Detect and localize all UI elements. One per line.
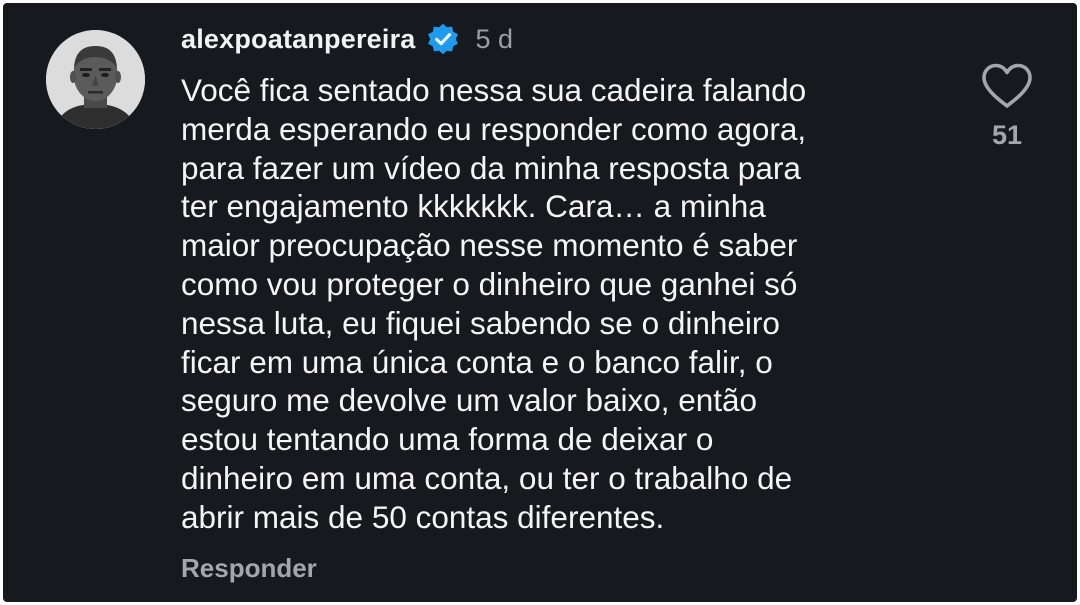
reply-button[interactable]: Responder: [181, 553, 317, 584]
comment-line: ter engajamento kkkkkkk. Cara… a minha: [181, 188, 766, 225]
comment-line: seguro me devolve um valor baixo, então: [181, 382, 758, 419]
comment-header: alexpoatanpereira 5 d: [181, 19, 513, 59]
heart-outline-icon: [982, 63, 1032, 108]
comment-line: merda esperando eu responder como agora,: [181, 110, 807, 147]
comment-line: dinheiro em uma conta, ou ter o trabalho…: [181, 459, 793, 496]
comment-card: alexpoatanpereira 5 d Você fica sentado …: [3, 3, 1077, 602]
comment-timestamp: 5 d: [475, 23, 514, 54]
comment-line: abrir mais de 50 contas diferentes.: [181, 498, 665, 535]
comment-line: maior preocupação nesse momento é saber: [181, 227, 798, 264]
like-count: 51: [991, 120, 1023, 150]
avatar-photo: [46, 30, 145, 129]
like-button[interactable]: [979, 61, 1035, 111]
comment-line: nessa luta, eu fiquei sabendo se o dinhe…: [181, 304, 780, 341]
comment-line: para fazer um vídeo da minha resposta pa…: [181, 149, 801, 186]
comment-line: Você fica sentado nessa sua cadeira fala…: [181, 72, 807, 108]
comment-text: Você fica sentado nessa sua cadeira fala…: [181, 71, 921, 537]
comment-line: estou tentando uma forma de deixar o: [181, 421, 714, 458]
comment-line: como vou proteger o dinheiro que ganhei …: [181, 265, 798, 302]
comment-line: ficar em uma única conta e o banco falir…: [181, 343, 773, 380]
username-link[interactable]: alexpoatanpereira: [181, 24, 416, 55]
verified-badge-icon: [426, 22, 460, 56]
user-avatar[interactable]: [46, 30, 145, 129]
